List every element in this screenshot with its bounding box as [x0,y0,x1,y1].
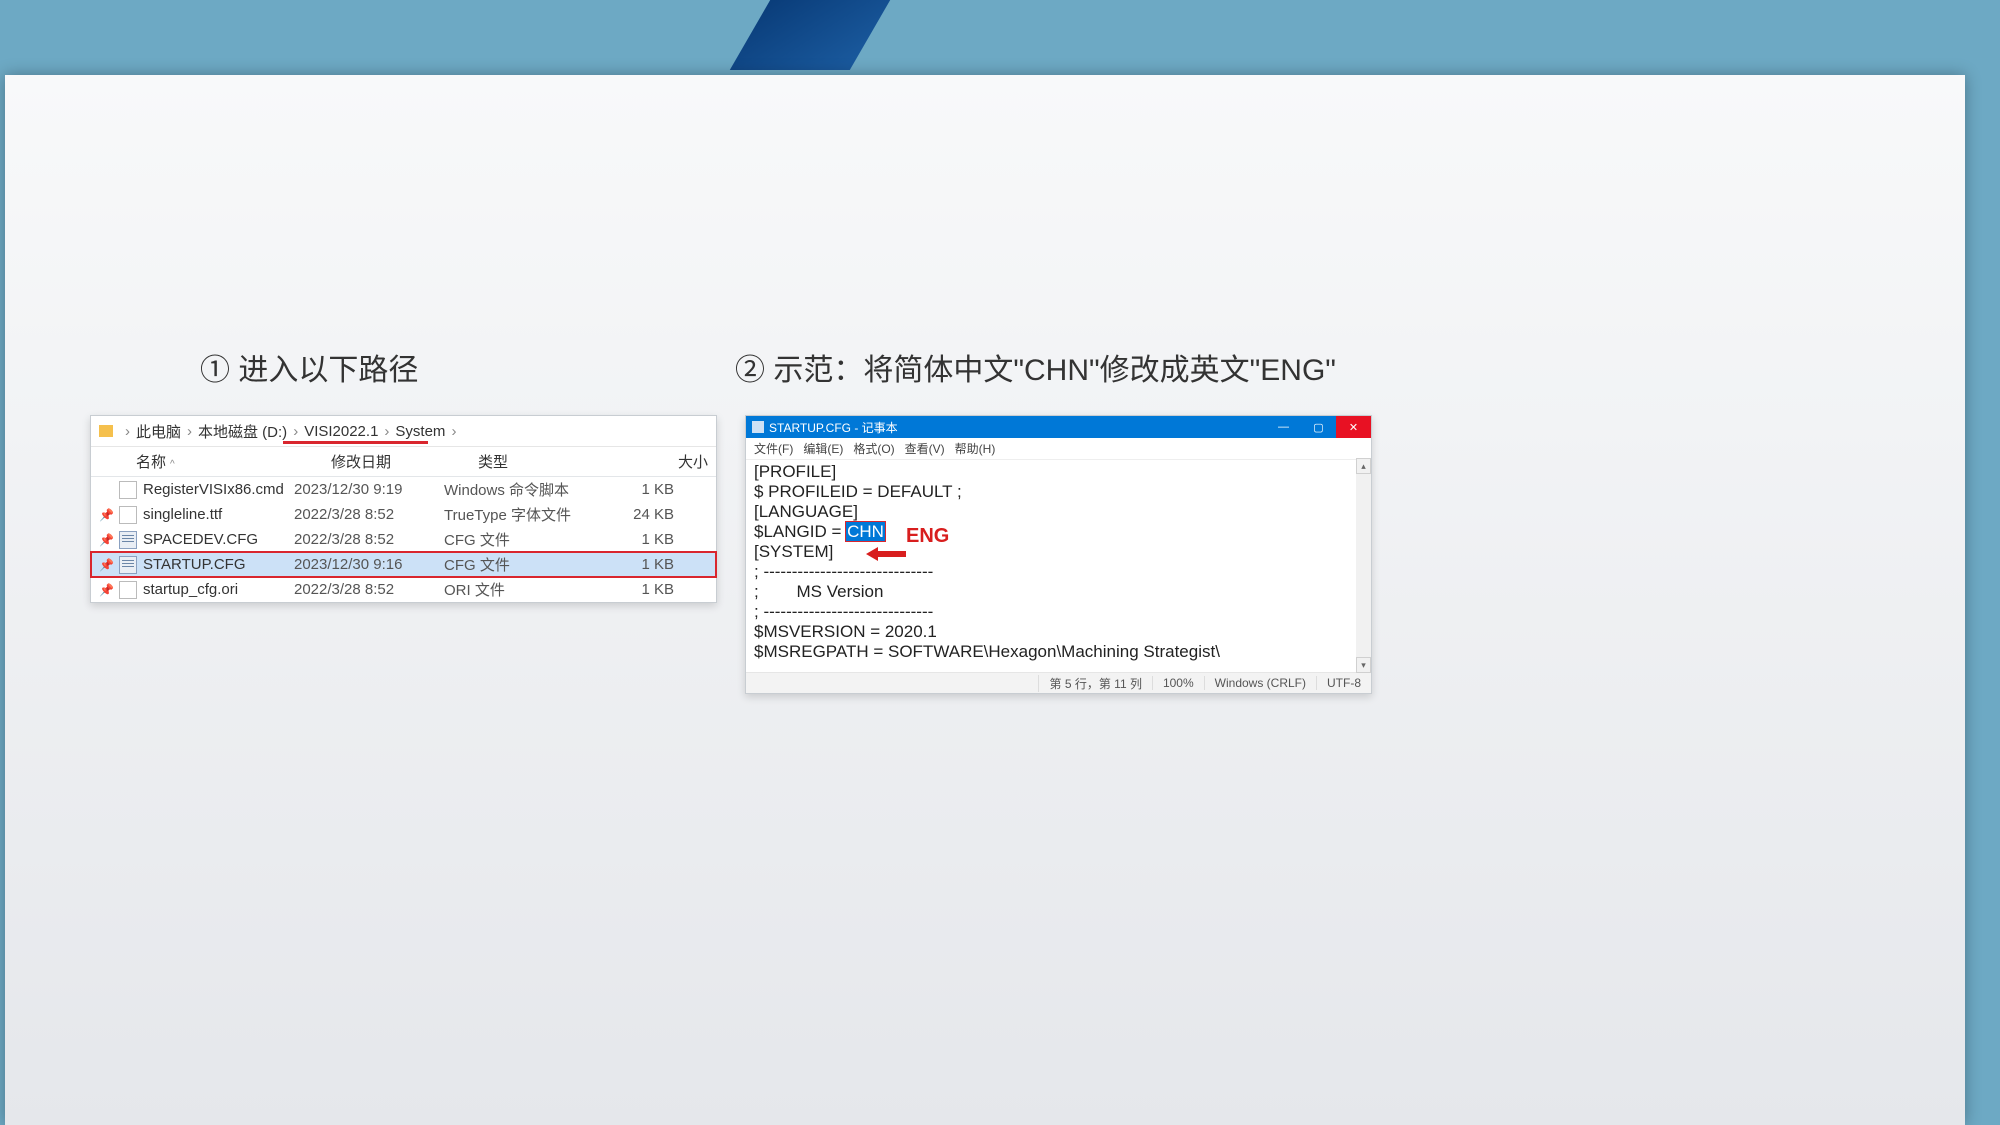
menu-file[interactable]: 文件(F) [754,440,793,457]
breadcrumb-item[interactable]: VISI2022.1 [304,423,378,440]
annotation-underline [283,441,428,444]
breadcrumb-item[interactable]: 本地磁盘 (D:) [198,421,287,442]
file-type: CFG 文件 [444,529,604,550]
file-name: startup_cfg.ori [143,581,238,598]
text-line: ; ------------------------------ [754,562,1363,582]
file-size: 1 KB [604,581,684,598]
pin-icon: 📌 [99,508,119,522]
arrow-icon [866,545,906,563]
notepad-icon [752,421,764,433]
breadcrumb-sep: › [187,423,192,440]
text-line: [SYSTEM] [754,542,1363,562]
file-row[interactable]: 📌 singleline.ttf 2022/3/28 8:52TrueType 字体… [91,502,716,527]
text-line: [LANGUAGE] [754,502,1363,522]
address-bar[interactable]: › 此电脑 › 本地磁盘 (D:) › VISI2022.1 › System … [91,416,716,447]
file-row[interactable]: 📌 startup_cfg.ori 2022/3/28 8:52ORI 文件1 KB [91,577,716,602]
column-headers: 名称^ 修改日期 类型 大小 [91,447,716,477]
file-size: 1 KB [604,531,684,548]
file-date: 2022/3/28 8:52 [294,531,444,548]
text-line: ; MS Version [754,582,1363,602]
heading-step-2: ② 示范：将简体中文"CHN"修改成英文"ENG" [735,345,1336,389]
minimize-button[interactable]: — [1266,416,1301,438]
file-type: Windows 命令脚本 [444,479,604,500]
file-name: RegisterVISIx86.cmd [143,481,284,498]
file-size: 1 KB [604,481,684,498]
notepad-window: STARTUP.CFG - 记事本 — ▢ ✕ 文件(F) 编辑(E) 格式(O… [745,415,1372,694]
status-encoding: UTF-8 [1316,676,1371,690]
file-date: 2022/3/28 8:52 [294,581,444,598]
file-name: STARTUP.CFG [143,556,246,573]
text-line: [PROFILE] [754,462,1363,482]
titlebar[interactable]: STARTUP.CFG - 记事本 — ▢ ✕ [746,416,1371,438]
file-date: 2023/12/30 9:19 [294,481,444,498]
file-icon [119,506,137,524]
text-line: $ PROFILEID = DEFAULT ; [754,482,1363,502]
file-row[interactable]: 📌 STARTUP.CFG 2023/12/30 9:16CFG 文件1 KB [91,552,716,577]
heading-step-1: ① 进入以下路径 [200,345,418,389]
status-eol: Windows (CRLF) [1204,676,1316,690]
file-date: 2022/3/28 8:52 [294,506,444,523]
breadcrumb-sep: › [125,423,130,440]
pin-icon: 📌 [99,558,119,572]
text-content[interactable]: [PROFILE] $ PROFILEID = DEFAULT ; [LANGU… [746,460,1371,672]
breadcrumb-sep: › [293,423,298,440]
text-line: ; ------------------------------ [754,602,1363,622]
folder-icon [99,425,113,437]
file-date: 2023/12/30 9:16 [294,556,444,573]
text-line: $MSVERSION = 2020.1 [754,622,1363,642]
text-line: $MSREGPATH = SOFTWARE\Hexagon\Machining … [754,642,1363,662]
maximize-button[interactable]: ▢ [1301,416,1336,438]
file-icon [119,481,137,499]
col-header-name[interactable]: 名称^ [136,451,331,472]
text-line-langid: $LANGID = CHN [754,522,1363,542]
file-explorer: › 此电脑 › 本地磁盘 (D:) › VISI2022.1 › System … [90,415,717,603]
file-row[interactable]: 📌 SPACEDEV.CFG 2022/3/28 8:52CFG 文件1 KB [91,527,716,552]
col-header-date[interactable]: 修改日期 [331,451,478,472]
close-button[interactable]: ✕ [1336,416,1371,438]
breadcrumb-sep: › [451,423,456,440]
status-position: 第 5 行，第 11 列 [1038,675,1151,692]
breadcrumb-item[interactable]: System [395,423,445,440]
pin-icon: 📌 [99,533,119,547]
menu-edit[interactable]: 编辑(E) [803,440,843,457]
file-size: 24 KB [604,506,684,523]
background-decoration [730,0,890,70]
file-row[interactable]: RegisterVISIx86.cmd 2023/12/30 9:19Window… [91,477,716,502]
status-zoom: 100% [1152,676,1204,690]
file-icon [119,531,137,549]
menubar: 文件(F) 编辑(E) 格式(O) 查看(V) 帮助(H) [746,438,1371,460]
file-icon [119,556,137,574]
pin-icon: 📌 [99,583,119,597]
file-type: ORI 文件 [444,579,604,600]
vertical-scrollbar[interactable]: ▴ ▾ [1356,458,1371,673]
menu-format[interactable]: 格式(O) [853,440,894,457]
window-title: STARTUP.CFG - 记事本 [769,419,898,436]
slide: ① 进入以下路径 ② 示范：将简体中文"CHN"修改成英文"ENG" › 此电脑… [5,75,1965,1125]
scroll-down-icon[interactable]: ▾ [1356,657,1371,673]
file-type: TrueType 字体文件 [444,504,604,525]
file-icon [119,581,137,599]
file-name: singleline.ttf [143,506,222,523]
menu-help[interactable]: 帮助(H) [955,440,996,457]
annotation-eng: ENG [906,525,949,548]
col-header-type[interactable]: 类型 [478,451,638,472]
menu-view[interactable]: 查看(V) [905,440,945,457]
selected-text: CHN [846,522,885,541]
breadcrumb-sep: › [384,423,389,440]
breadcrumb-item[interactable]: 此电脑 [136,421,181,442]
file-size: 1 KB [604,556,684,573]
status-bar: 第 5 行，第 11 列 100% Windows (CRLF) UTF-8 [746,672,1371,693]
file-name: SPACEDEV.CFG [143,531,258,548]
col-header-size[interactable]: 大小 [638,451,708,472]
file-type: CFG 文件 [444,554,604,575]
scroll-up-icon[interactable]: ▴ [1356,458,1371,474]
